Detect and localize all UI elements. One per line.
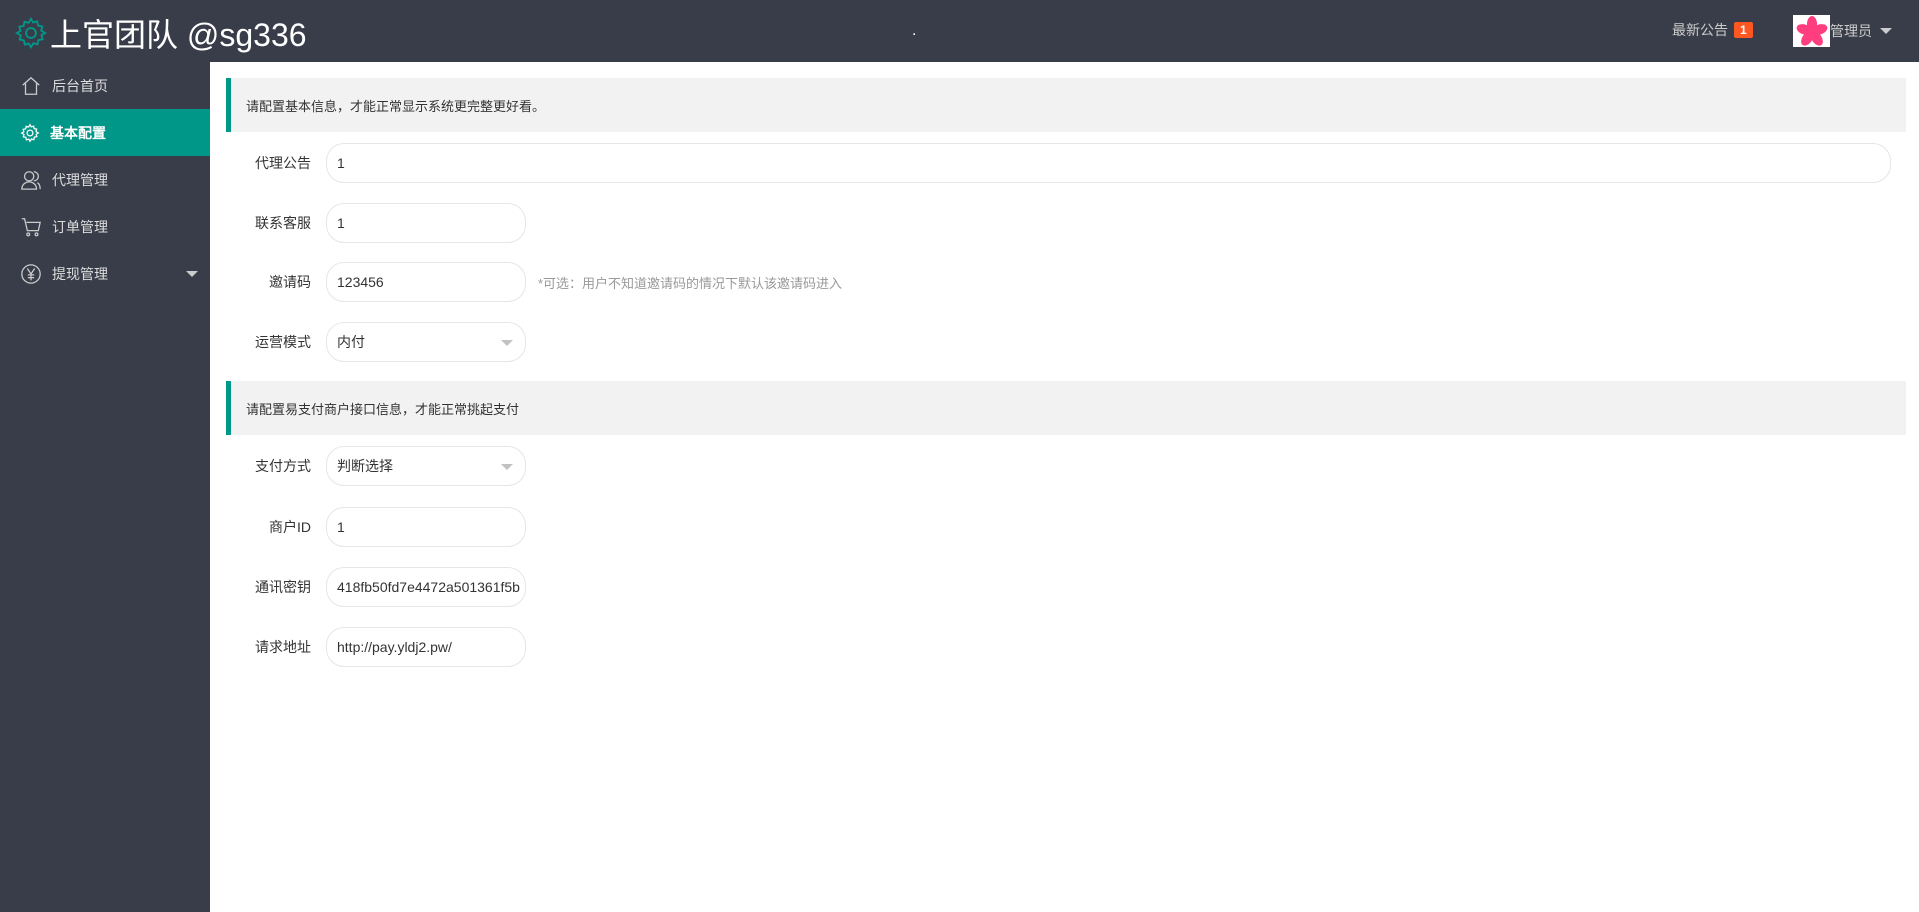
form-row-request-url: 请求地址 http://pay.yldj2.pw/ <box>210 627 526 667</box>
sidebar-item-label: 基本配置 <box>50 124 106 141</box>
home-icon <box>22 76 40 95</box>
gear-icon <box>20 122 40 143</box>
sidebar-item-label: 订单管理 <box>52 218 108 235</box>
user-menu[interactable]: 管理员 <box>1793 15 1892 47</box>
form-row-agent-notice: 代理公告 1 <box>210 143 1891 183</box>
user-icon <box>21 170 41 190</box>
sidebar-item-agents[interactable]: 代理管理 <box>0 156 210 203</box>
gear-icon <box>15 17 47 49</box>
agent-notice-input[interactable]: 1 <box>326 143 1891 183</box>
sidebar-item-basic-config[interactable]: 基本配置 <box>0 109 210 156</box>
form-row-contact: 联系客服 1 <box>210 203 526 243</box>
selected-value: 判断选择 <box>337 458 393 474</box>
field-label: 请求地址 <box>255 639 311 655</box>
form-row-payment-method: 支付方式 判断选择 <box>210 446 526 486</box>
merchant-id-input[interactable]: 1 <box>326 507 526 547</box>
secret-key-input[interactable]: 418fb50fd7e4472a501361f5b <box>326 567 526 607</box>
main-content: 请配置基本信息，才能正常显示系统更完整更好看。 代理公告 1 联系客服 1 邀请… <box>210 62 1919 912</box>
top-header: 上官团队 @sg336 . 最新公告 1 管理员 <box>0 0 1919 62</box>
basic-info-notice: 请配置基本信息，才能正常显示系统更完整更好看。 <box>226 78 1906 132</box>
dropdown-arrow-icon <box>501 464 513 470</box>
app-title: 上官团队 @sg336 <box>50 17 307 53</box>
invite-code-hint: *可选：用户不知道邀请码的情况下默认该邀请码进入 <box>538 275 843 291</box>
field-label: 代理公告 <box>255 155 311 171</box>
field-label: 通讯密钥 <box>255 579 311 595</box>
selected-value: 内付 <box>337 334 365 350</box>
latest-notice-link[interactable]: 最新公告 1 <box>1672 20 1753 40</box>
field-label: 联系客服 <box>255 215 311 231</box>
avatar <box>1793 15 1830 47</box>
sidebar-item-label: 代理管理 <box>52 171 108 188</box>
field-label: 支付方式 <box>255 458 311 474</box>
operation-mode-select[interactable]: 内付 <box>326 322 526 362</box>
sidebar-item-orders[interactable]: 订单管理 <box>0 203 210 250</box>
payment-info-notice: 请配置易支付商户接口信息，才能正常挑起支付 <box>226 381 1906 435</box>
sidebar-item-withdrawals[interactable]: 提现管理 <box>0 250 210 297</box>
invite-code-input[interactable]: 123456 <box>326 262 526 302</box>
chevron-down-icon <box>186 271 198 277</box>
contact-service-input[interactable]: 1 <box>326 203 526 243</box>
yen-icon <box>21 263 41 284</box>
chevron-down-icon <box>1880 28 1892 34</box>
notice-badge: 1 <box>1734 22 1753 38</box>
flower-icon <box>1796 16 1827 46</box>
field-label: 运营模式 <box>255 334 311 350</box>
sidebar-item-label: 提现管理 <box>52 265 108 282</box>
payment-method-select[interactable]: 判断选择 <box>326 446 526 486</box>
notice-label: 最新公告 <box>1672 22 1728 38</box>
form-row-operation-mode: 运营模式 内付 <box>210 322 526 362</box>
cart-icon <box>21 217 41 236</box>
field-label: 商户ID <box>269 519 311 535</box>
form-row-invite-code: 邀请码 123456 *可选：用户不知道邀请码的情况下默认该邀请码进入 <box>210 262 842 302</box>
logo: 上官团队 @sg336 <box>14 10 307 56</box>
field-label: 邀请码 <box>269 274 311 290</box>
user-name: 管理员 <box>1830 23 1872 39</box>
dropdown-arrow-icon <box>501 340 513 346</box>
sidebar-item-home[interactable]: 后台首页 <box>0 62 210 109</box>
form-row-secret-key: 通讯密钥 418fb50fd7e4472a501361f5b <box>210 567 526 607</box>
request-url-input[interactable]: http://pay.yldj2.pw/ <box>326 627 526 667</box>
sidebar: 后台首页 基本配置 代理管理 订单管理 提现管理 <box>0 62 210 912</box>
form-row-merchant-id: 商户ID 1 <box>210 507 526 547</box>
header-dot: . <box>912 22 917 39</box>
sidebar-item-label: 后台首页 <box>52 77 108 94</box>
